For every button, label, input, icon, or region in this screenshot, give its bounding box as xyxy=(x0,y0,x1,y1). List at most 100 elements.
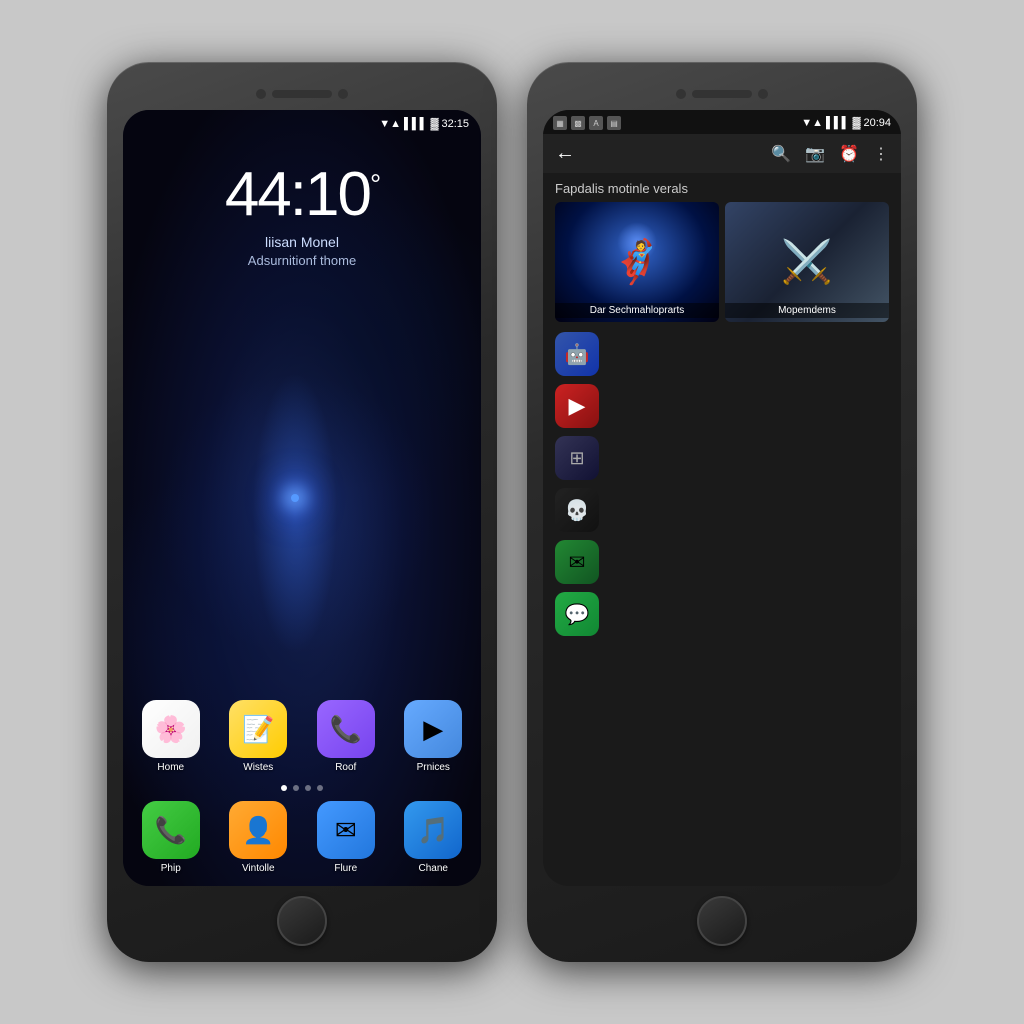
back-button[interactable]: ← xyxy=(555,142,575,165)
camera-area xyxy=(256,89,348,99)
dot-2 xyxy=(293,785,299,791)
nav-right: 🔍 📷 ⏰ ⋮ xyxy=(771,144,889,164)
right-battery-icon: ▓ xyxy=(852,117,860,129)
list-item-play[interactable]: ▶ xyxy=(555,384,889,428)
app-home[interactable]: 🌸 Home xyxy=(131,700,211,773)
left-phone: ▼▲ ▌▌▌ ▓ 32:15 44:10° liisan Monel Adsur… xyxy=(107,62,497,962)
dock-label-vintolle: Vintolle xyxy=(242,863,275,874)
degree-symbol: ° xyxy=(370,168,379,199)
left-screen: ▼▲ ▌▌▌ ▓ 32:15 44:10° liisan Monel Adsur… xyxy=(123,110,481,886)
dock-vintolle[interactable]: 👤 Vintolle xyxy=(219,801,299,874)
lock-screen: ▼▲ ▌▌▌ ▓ 32:15 44:10° liisan Monel Adsur… xyxy=(123,110,481,886)
clock-nav-icon[interactable]: ⏰ xyxy=(839,144,859,164)
right-nav-bar: ← 🔍 📷 ⏰ ⋮ xyxy=(543,134,901,173)
tiny-icon-1: ▦ xyxy=(553,116,567,130)
right-status-right: ▼▲ ▌▌▌ ▓ 20:94 xyxy=(801,117,891,129)
dock-chane[interactable]: 🎵 Chane xyxy=(394,801,474,874)
app-prnices[interactable]: ▶ Prnices xyxy=(394,700,474,773)
right-speaker xyxy=(692,90,752,98)
dock-flure[interactable]: ✉ Flure xyxy=(306,801,386,874)
play-icon[interactable]: ▶ xyxy=(555,384,599,428)
nav-left: ← xyxy=(555,142,575,165)
app-grid: 🌸 Home 📝 Wistes 📞 Roof ▶ Prnices xyxy=(131,700,473,773)
game1-figure: 🦸 xyxy=(611,238,663,287)
bars-icon: ▌▌▌ xyxy=(404,118,427,130)
dock-phip[interactable]: 📞 Phip xyxy=(131,801,211,874)
app-screen: ▦ ▩ A ▤ ▼▲ ▌▌▌ ▓ 20:94 ← 🔍 xyxy=(543,110,901,886)
game2-figure: ⚔️ xyxy=(781,238,833,287)
list-item-message[interactable]: ✉ xyxy=(555,540,889,584)
dock-phone-icon[interactable]: 📞 xyxy=(142,801,200,859)
section-title: Fapdalis motinle verals xyxy=(543,173,901,202)
home-apps-area: 🌸 Home 📝 Wistes 📞 Roof ▶ Prnices xyxy=(123,700,481,886)
dock-label-phip: Phip xyxy=(161,863,181,874)
tiny-icon-3: A xyxy=(589,116,603,130)
home-button-left[interactable] xyxy=(277,896,327,946)
right-phone: ▦ ▩ A ▤ ▼▲ ▌▌▌ ▓ 20:94 ← 🔍 xyxy=(527,62,917,962)
app-roof[interactable]: 📞 Roof xyxy=(306,700,386,773)
list-item-whatsapp[interactable]: 💬 xyxy=(555,592,889,636)
right-screen: ▦ ▩ A ▤ ▼▲ ▌▌▌ ▓ 20:94 ← 🔍 xyxy=(543,110,901,886)
lock-clock: 44:10° liisan Monel Adsurnitionf thome xyxy=(123,134,481,268)
dock-label-flure: Flure xyxy=(334,863,357,874)
right-bars-icon: ▌▌▌ xyxy=(826,117,849,129)
list-item-robot[interactable]: 🤖 xyxy=(555,332,889,376)
left-status-bar: ▼▲ ▌▌▌ ▓ 32:15 xyxy=(123,110,481,134)
game-card-2[interactable]: ⚔️ Mopemdems xyxy=(725,202,889,322)
games-grid: 🦸 Dar Sechmahloprarts ⚔️ Mopemdems xyxy=(543,202,901,328)
search-nav-icon[interactable]: 🔍 xyxy=(771,144,791,164)
app-icon-photos[interactable]: 🌸 xyxy=(142,700,200,758)
dock-label-chane: Chane xyxy=(419,863,448,874)
lock-line1: liisan Monel xyxy=(123,234,481,250)
robot-icon[interactable]: 🤖 xyxy=(555,332,599,376)
camera-dot xyxy=(256,89,266,99)
tiny-icon-4: ▤ xyxy=(607,116,621,130)
app-label-roof: Roof xyxy=(335,762,356,773)
home-button-right[interactable] xyxy=(697,896,747,946)
dot-3 xyxy=(305,785,311,791)
list-item-grid[interactable]: ⊞ xyxy=(555,436,889,480)
camera-nav-icon[interactable]: 📷 xyxy=(805,144,825,164)
dock-contacts-icon[interactable]: 👤 xyxy=(229,801,287,859)
game1-label: Dar Sechmahloprarts xyxy=(555,303,719,318)
app-wistes[interactable]: 📝 Wistes xyxy=(219,700,299,773)
dock-music-icon[interactable]: 🎵 xyxy=(404,801,462,859)
center-glow xyxy=(291,494,299,502)
right-status-bar: ▦ ▩ A ▤ ▼▲ ▌▌▌ ▓ 20:94 xyxy=(543,110,901,134)
right-status-time: 20:94 xyxy=(863,117,891,129)
app-icon-notes[interactable]: 📝 xyxy=(229,700,287,758)
tiny-icon-2: ▩ xyxy=(571,116,585,130)
lock-line2: Adsurnitionf thome xyxy=(123,253,481,268)
battery-icon: ▓ xyxy=(430,118,438,130)
list-item-skull[interactable]: 💀 xyxy=(555,488,889,532)
grid-icon[interactable]: ⊞ xyxy=(555,436,599,480)
status-time: 32:15 xyxy=(441,118,469,130)
right-front-camera xyxy=(758,89,768,99)
right-phone-top xyxy=(543,78,901,110)
speaker-grille xyxy=(272,90,332,98)
game2-label: Mopemdems xyxy=(725,303,889,318)
status-icons: ▼▲ ▌▌▌ ▓ 32:15 xyxy=(379,118,469,130)
skull-icon[interactable]: 💀 xyxy=(555,488,599,532)
dot-4 xyxy=(317,785,323,791)
app-label-wistes: Wistes xyxy=(243,762,273,773)
right-camera-area xyxy=(676,89,768,99)
message-icon[interactable]: ✉ xyxy=(555,540,599,584)
app-label-home: Home xyxy=(157,762,184,773)
game-card-1[interactable]: 🦸 Dar Sechmahloprarts xyxy=(555,202,719,322)
dock-mail-icon[interactable]: ✉ xyxy=(317,801,375,859)
app-list: 🤖 ▶ ⊞ 💀 ✉ 💬 xyxy=(543,328,901,886)
right-signal-icon: ▼▲ xyxy=(801,117,823,129)
right-status-left: ▦ ▩ A ▤ xyxy=(553,116,621,130)
left-phone-top xyxy=(123,78,481,110)
right-camera-dot xyxy=(676,89,686,99)
whatsapp-icon[interactable]: 💬 xyxy=(555,592,599,636)
dot-1 xyxy=(281,785,287,791)
dock: 📞 Phip 👤 Vintolle ✉ Flure 🎵 Chane xyxy=(131,801,473,874)
front-camera xyxy=(338,89,348,99)
lock-time-display: 44:10° xyxy=(123,164,481,226)
more-icon[interactable]: ⋮ xyxy=(873,144,889,164)
page-dots xyxy=(131,785,473,791)
app-icon-play[interactable]: ▶ xyxy=(404,700,462,758)
app-icon-roof[interactable]: 📞 xyxy=(317,700,375,758)
